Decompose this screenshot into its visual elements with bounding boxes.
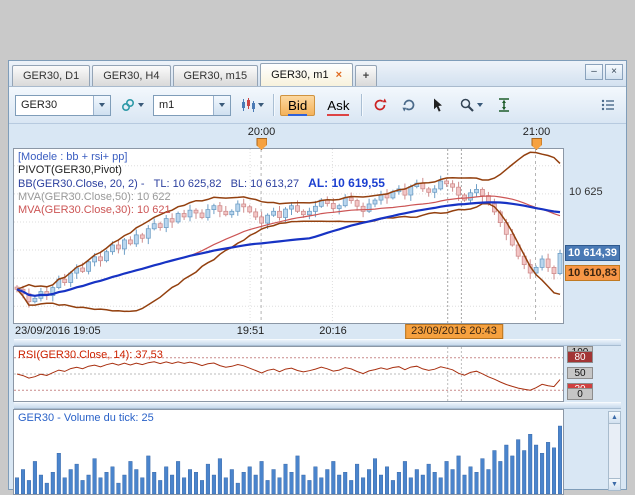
rsi-panel: RSI(GER30.Close, 14): 37,53 1008050200 xyxy=(13,346,622,402)
vertical-scale-icon xyxy=(499,98,510,112)
volume-splitter[interactable] xyxy=(14,402,621,409)
timeframe-select[interactable]: m1 xyxy=(153,94,231,116)
price-plot[interactable]: [Modele : bb + rsi+ pp] PIVOT(GER30,Pivo… xyxy=(13,148,564,324)
rsi-scale-50: 50 xyxy=(567,367,593,379)
time-header-track: 20:00 21:00 xyxy=(14,124,564,150)
volume-plot[interactable]: GER30 - Volume du tick: 25 xyxy=(13,409,564,495)
zoom-icon xyxy=(461,98,475,112)
chevron-down-icon xyxy=(219,103,225,107)
link-icon xyxy=(121,98,135,112)
chevron-down-icon xyxy=(138,103,144,107)
ask-toggle[interactable]: Ask xyxy=(320,95,356,116)
volume-scrollbar[interactable]: ▲ ▼ xyxy=(608,411,621,491)
price-panel: [Modele : bb + rsi+ pp] PIVOT(GER30,Pivo… xyxy=(13,148,622,324)
price-chart-canvas[interactable] xyxy=(14,149,563,323)
tab-ger30-m1[interactable]: GER30, m1 × xyxy=(260,63,353,86)
link-button[interactable] xyxy=(116,93,148,117)
tab-ger30-m15[interactable]: GER30, m15 xyxy=(172,65,259,86)
pointer-button[interactable] xyxy=(426,93,450,117)
bid-label: Bid xyxy=(288,97,308,116)
tab-label: GER30, H4 xyxy=(103,70,160,82)
timeframe-dropdown-arrow[interactable] xyxy=(213,95,230,115)
rsi-scale-0: 0 xyxy=(567,388,593,400)
bid-price-badge: 10 614,39 xyxy=(565,245,620,262)
toolbar-separator xyxy=(273,94,275,116)
tab-label: GER30, m15 xyxy=(183,70,248,82)
scroll-down-icon[interactable]: ▼ xyxy=(609,478,620,490)
rsi-splitter[interactable] xyxy=(14,339,621,346)
refresh-button[interactable] xyxy=(368,93,392,117)
time-axis-tick: 19:51 xyxy=(236,325,265,337)
window-controls: – × xyxy=(585,64,623,80)
timeframe-value: m1 xyxy=(159,99,175,111)
chevron-down-icon xyxy=(477,103,484,107)
close-button[interactable]: × xyxy=(605,64,623,80)
tab-ger30-d1[interactable]: GER30, D1 xyxy=(12,65,91,86)
chart-type-button[interactable] xyxy=(236,93,268,117)
volume-axis: ▲ ▼ xyxy=(564,409,622,495)
time-axis-track: 23/09/2016 19:05 19:51 20:16 23/09/2016 20:… xyxy=(14,324,564,339)
tab-label: GER30, m1 xyxy=(271,69,329,81)
refresh-icon xyxy=(375,98,388,111)
time-axis-tick: 23/09/2016 19:05 xyxy=(15,325,101,337)
tab-label: GER30, D1 xyxy=(23,70,80,82)
last-price-badge: 10 610,83 xyxy=(565,265,620,282)
sync-button[interactable] xyxy=(397,93,421,117)
toolbar-separator xyxy=(361,94,364,116)
sync-icon xyxy=(402,99,415,112)
scroll-up-icon[interactable]: ▲ xyxy=(609,412,620,424)
symbol-dropdown-arrow[interactable] xyxy=(93,95,110,115)
volume-panel: GER30 - Volume du tick: 25 ▲ ▼ xyxy=(13,409,622,495)
rsi-axis[interactable]: 1008050200 xyxy=(564,346,622,402)
tab-close-icon[interactable]: × xyxy=(336,69,342,81)
time-axis[interactable]: 23/09/2016 19:05 19:51 20:16 23/09/2016 20:… xyxy=(13,324,622,339)
minimize-button[interactable]: – xyxy=(585,64,603,80)
symbol-value: GER30 xyxy=(21,99,58,111)
volume-canvas[interactable] xyxy=(14,410,563,494)
symbol-select[interactable]: GER30 xyxy=(15,94,111,116)
toolbar: GER30 m1 Bid Ask xyxy=(9,87,626,124)
tab-ger30-h4[interactable]: GER30, H4 xyxy=(92,65,171,86)
time-axis-highlight: 23/09/2016 20:43 xyxy=(405,324,503,339)
zoom-button[interactable] xyxy=(455,93,487,117)
header-time-label: 21:00 xyxy=(522,126,551,138)
chevron-down-icon xyxy=(99,103,105,107)
rsi-scale-80: 80 xyxy=(567,350,593,363)
panel-menu-button[interactable] xyxy=(596,93,620,117)
chart-window: GER30, D1 GER30, H4 GER30, m15 GER30, m1… xyxy=(8,60,627,495)
tab-bar: GER30, D1 GER30, H4 GER30, m15 GER30, m1… xyxy=(9,61,626,87)
plus-icon: + xyxy=(362,70,370,82)
vertical-scale-button[interactable] xyxy=(492,93,516,117)
header-time-label: 20:00 xyxy=(247,126,276,138)
chart-content: 20:00 21:00 [Modele : bb + rsi+ pp] PIVOT… xyxy=(9,124,626,495)
rsi-plot[interactable]: RSI(GER30.Close, 14): 37,53 xyxy=(13,346,564,402)
time-header: 20:00 21:00 xyxy=(13,124,622,150)
bid-toggle[interactable]: Bid xyxy=(280,94,316,116)
time-axis-tick: 20:16 xyxy=(319,325,347,337)
chevron-down-icon xyxy=(258,103,264,107)
price-axis[interactable]: 10 625 10 614,39 10 610,83 xyxy=(564,148,622,324)
price-gridline-label: 10 625 xyxy=(569,185,603,198)
new-tab-button[interactable]: + xyxy=(355,65,377,86)
panel-menu-icon xyxy=(601,99,614,111)
ask-label: Ask xyxy=(327,97,350,116)
rsi-canvas[interactable] xyxy=(14,347,563,401)
pointer-icon xyxy=(434,98,443,112)
chart-type-icon xyxy=(242,98,255,112)
